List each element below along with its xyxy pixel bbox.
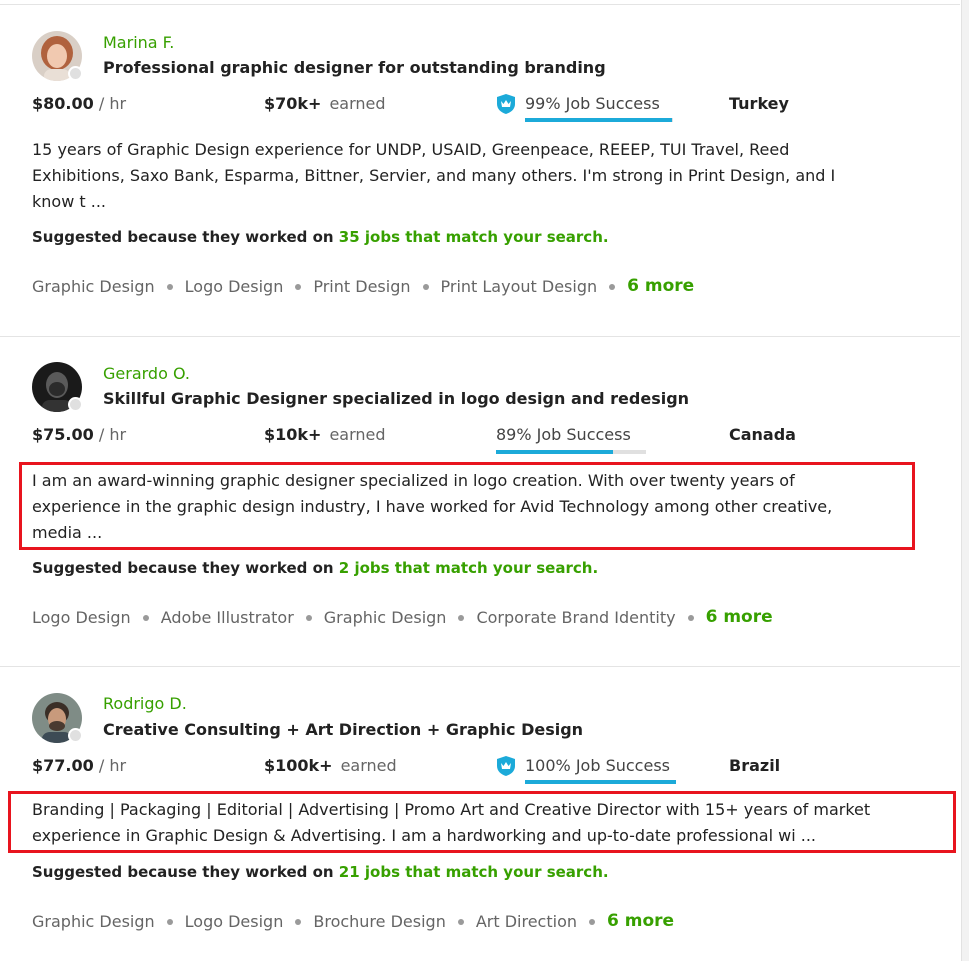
status-dot-icon (68, 66, 83, 81)
skill-tag[interactable]: Brochure Design (313, 912, 445, 931)
job-success-bar (525, 118, 673, 122)
skill-tag[interactable]: Art Direction (476, 912, 577, 931)
skill-tag[interactable]: Graphic Design (32, 912, 155, 931)
separator-dot (687, 615, 694, 621)
freelancer-title[interactable]: Skillful Graphic Designer specialized in… (103, 389, 689, 408)
more-skills-link[interactable]: 6 more (607, 911, 674, 931)
separator-dot (166, 284, 173, 290)
skills-list: Logo Design Adobe Illustrator Graphic De… (32, 605, 773, 629)
status-dot-icon (68, 397, 83, 412)
separator-dot (457, 919, 464, 925)
freelancer-title[interactable]: Creative Consulting + Art Direction + Gr… (103, 720, 583, 739)
shield-crown-icon (497, 756, 515, 776)
hourly-rate: $80.00 / hr (32, 94, 127, 113)
suggested-reason: Suggested because they worked on 21 jobs… (32, 863, 609, 881)
job-success-bar (525, 780, 676, 784)
matching-jobs-link[interactable]: 21 jobs that match your search. (339, 863, 609, 881)
freelancer-card[interactable]: Gerardo O. Skillful Graphic Designer spe… (0, 337, 960, 666)
total-earned: $10k+ earned (264, 425, 386, 444)
skill-tag[interactable]: Graphic Design (32, 277, 155, 296)
skill-tag[interactable]: Print Design (313, 277, 410, 296)
stats-row: $80.00 / hr $70k+ earned 99% Job Success … (32, 94, 932, 122)
total-earned: $70k+ earned (264, 94, 386, 113)
skill-tag[interactable]: Corporate Brand Identity (476, 608, 675, 627)
freelancer-name[interactable]: Marina F. (103, 33, 174, 52)
freelancer-description[interactable]: 15 years of Graphic Design experience fo… (32, 137, 902, 215)
hourly-rate: $77.00 / hr (32, 756, 127, 775)
description-highlight-box (19, 462, 915, 550)
separator-dot (166, 919, 173, 925)
separator-dot (422, 284, 429, 290)
description-line: Exhibitions, Saxo Bank, Esparma, Bittner… (32, 166, 836, 185)
scrollbar-track[interactable] (961, 0, 969, 961)
stats-row: $75.00 / hr $10k+ earned 89% Job Success … (32, 425, 932, 454)
freelancer-card[interactable]: Marina F. Professional graphic designer … (0, 0, 960, 336)
skill-tag[interactable]: Logo Design (185, 912, 284, 931)
suggested-reason: Suggested because they worked on 2 jobs … (32, 559, 599, 577)
job-success-fill (496, 450, 613, 454)
hourly-rate: $75.00 / hr (32, 425, 127, 444)
separator-dot (142, 615, 149, 621)
matching-jobs-link[interactable]: 2 jobs that match your search. (339, 559, 598, 577)
job-success-fill (525, 118, 672, 122)
country: Turkey (729, 94, 789, 113)
status-dot-icon (68, 728, 83, 743)
job-success-label: 99% Job Success (525, 94, 660, 113)
freelancer-name[interactable]: Rodrigo D. (103, 694, 187, 713)
description-line: know t ... (32, 192, 106, 211)
skill-tag[interactable]: Print Layout Design (441, 277, 598, 296)
skills-list: Graphic Design Logo Design Print Design … (32, 274, 694, 298)
separator-dot (458, 615, 465, 621)
description-line: 15 years of Graphic Design experience fo… (32, 140, 790, 159)
separator-dot (295, 919, 302, 925)
total-earned: $100k+ earned (264, 756, 397, 775)
country: Brazil (729, 756, 781, 775)
separator-dot (295, 284, 302, 290)
more-skills-link[interactable]: 6 more (706, 607, 773, 627)
skill-tag[interactable]: Logo Design (185, 277, 284, 296)
shield-crown-icon (497, 94, 515, 114)
skill-tag[interactable]: Logo Design (32, 608, 131, 627)
country: Canada (729, 425, 796, 444)
skill-tag[interactable]: Graphic Design (324, 608, 447, 627)
stats-row: $77.00 / hr $100k+ earned 100% Job Succes… (32, 756, 932, 784)
separator-dot (589, 919, 595, 925)
job-success-fill (525, 780, 676, 784)
job-success-label: 100% Job Success (525, 756, 670, 775)
description-highlight-box (8, 791, 956, 853)
skill-tag[interactable]: Adobe Illustrator (161, 608, 294, 627)
job-success-label: 89% Job Success (496, 425, 631, 444)
job-success-bar (496, 450, 646, 454)
suggested-reason: Suggested because they worked on 35 jobs… (32, 228, 609, 246)
freelancer-card[interactable]: Rodrigo D. Creative Consulting + Art Dir… (0, 667, 960, 961)
separator-dot (305, 615, 312, 621)
separator-dot (609, 284, 616, 290)
more-skills-link[interactable]: 6 more (627, 276, 694, 296)
matching-jobs-link[interactable]: 35 jobs that match your search. (339, 228, 609, 246)
freelancer-name[interactable]: Gerardo O. (103, 364, 190, 383)
skills-list: Graphic Design Logo Design Brochure Desi… (32, 909, 674, 933)
freelancer-title[interactable]: Professional graphic designer for outsta… (103, 58, 606, 77)
